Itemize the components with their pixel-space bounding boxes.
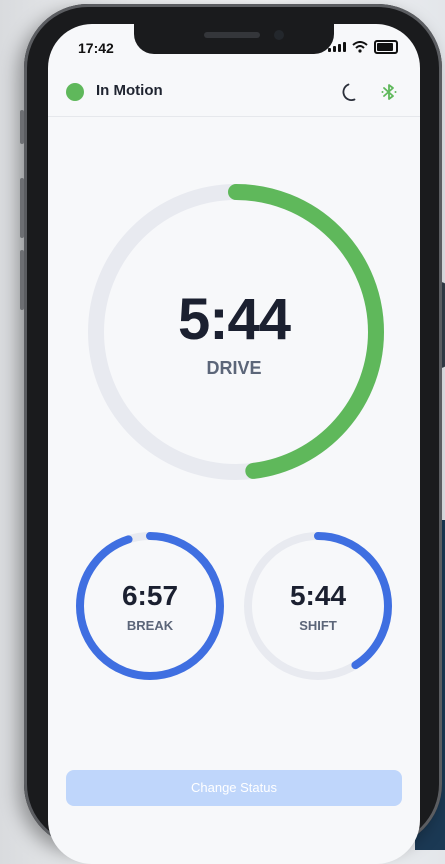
app-screen: 17:42 In Motion 5:44 DRIVE 6:57 BREAK 5:… xyxy=(48,24,420,864)
speaker xyxy=(204,32,260,38)
break-label: BREAK xyxy=(126,618,174,633)
status-icons xyxy=(328,40,398,54)
moon-icon[interactable] xyxy=(338,80,362,104)
notch xyxy=(134,24,334,54)
battery-icon xyxy=(374,40,398,54)
break-timer: 6:57 BREAK xyxy=(74,530,226,682)
status-indicator-dot xyxy=(66,83,84,101)
change-status-button[interactable]: Change Status xyxy=(66,770,402,806)
bluetooth-icon[interactable] xyxy=(378,81,400,103)
status-time: 17:42 xyxy=(78,40,114,56)
shift-label: SHIFT xyxy=(299,618,337,633)
signal-icon xyxy=(328,42,346,52)
drive-time: 5:44 xyxy=(177,287,291,352)
status-label: In Motion xyxy=(96,82,163,99)
front-camera xyxy=(274,30,284,40)
phone-side-button-1 xyxy=(20,110,24,144)
phone-side-button-3 xyxy=(20,250,24,310)
shift-timer: 5:44 SHIFT xyxy=(242,530,394,682)
phone-side-button-2 xyxy=(20,178,24,238)
status-header: In Motion xyxy=(48,76,420,117)
drive-label: DRIVE xyxy=(206,358,262,378)
break-time: 6:57 xyxy=(121,580,179,611)
shift-time: 5:44 xyxy=(289,580,347,611)
wifi-icon xyxy=(352,41,368,53)
